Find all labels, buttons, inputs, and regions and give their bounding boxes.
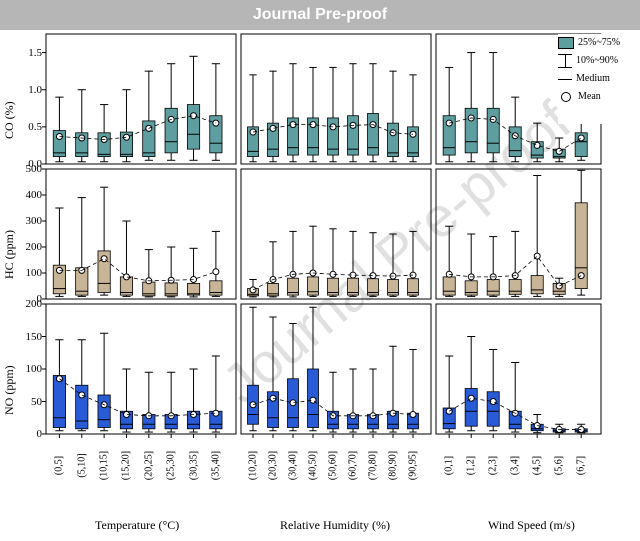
legend: 25%~75% 10%~90% Medium Mean	[558, 34, 628, 124]
ytick: 0	[0, 428, 42, 440]
xtick: (10,15]	[99, 446, 110, 486]
ytick: 200	[0, 298, 42, 310]
legend-whisker-icon	[558, 54, 572, 68]
xlabel-rh: Relative Humidity (%)	[280, 518, 390, 533]
legend-line-icon	[558, 79, 572, 80]
legend-circle-icon	[561, 92, 571, 102]
chart-svg	[46, 34, 616, 474]
xtick: (5,6]	[554, 446, 565, 486]
xlabel-temp: Temperature (°C)	[95, 518, 179, 533]
xtick: (70,80]	[368, 446, 379, 486]
xtick: (25,30]	[166, 446, 177, 486]
ytick: 100	[0, 363, 42, 375]
xtick: (20,30]	[268, 446, 279, 486]
legend-label-line: Medium	[576, 72, 610, 86]
xtick: (35,40]	[210, 446, 221, 486]
xtick: (1,2]	[466, 446, 477, 486]
xtick: (4,5]	[532, 446, 543, 486]
xtick: (30,40]	[288, 446, 299, 486]
xtick: (6,7]	[576, 446, 587, 486]
ytick: 200	[0, 241, 42, 253]
xtick: (0,1]	[444, 446, 455, 486]
xtick: (20,25]	[143, 446, 154, 486]
ytick: 1.5	[0, 47, 42, 59]
legend-label-circle: Mean	[578, 90, 601, 104]
watermark-header: Journal Pre-proof	[0, 0, 640, 30]
xtick: (15,20]	[121, 446, 132, 486]
xtick: (5,10]	[76, 446, 87, 486]
legend-box-icon	[558, 37, 574, 49]
ytick: 100	[0, 267, 42, 279]
xtick: (90,95]	[408, 446, 419, 486]
xtick: (10,20]	[248, 446, 259, 486]
plot-grid	[46, 34, 616, 474]
xtick: (30,35]	[188, 446, 199, 486]
xtick: (60,70]	[348, 446, 359, 486]
xtick: (40,50]	[308, 446, 319, 486]
xtick: (0,5]	[54, 446, 65, 486]
xtick: (2,3]	[488, 446, 499, 486]
legend-label-whisk: 10%~90%	[576, 54, 618, 68]
ytick: 0.5	[0, 121, 42, 133]
legend-label-box: 25%~75%	[578, 36, 620, 50]
xlabel-ws: Wind Speed (m/s)	[488, 518, 575, 533]
ytick: 400	[0, 189, 42, 201]
xtick: (50,60]	[328, 446, 339, 486]
xtick: (3,4]	[510, 446, 521, 486]
ytick: 50	[0, 396, 42, 408]
ytick: 300	[0, 215, 42, 227]
ytick: 150	[0, 331, 42, 343]
xtick: (80,90]	[388, 446, 399, 486]
ytick: 500	[0, 163, 42, 175]
ytick: 1.0	[0, 84, 42, 96]
